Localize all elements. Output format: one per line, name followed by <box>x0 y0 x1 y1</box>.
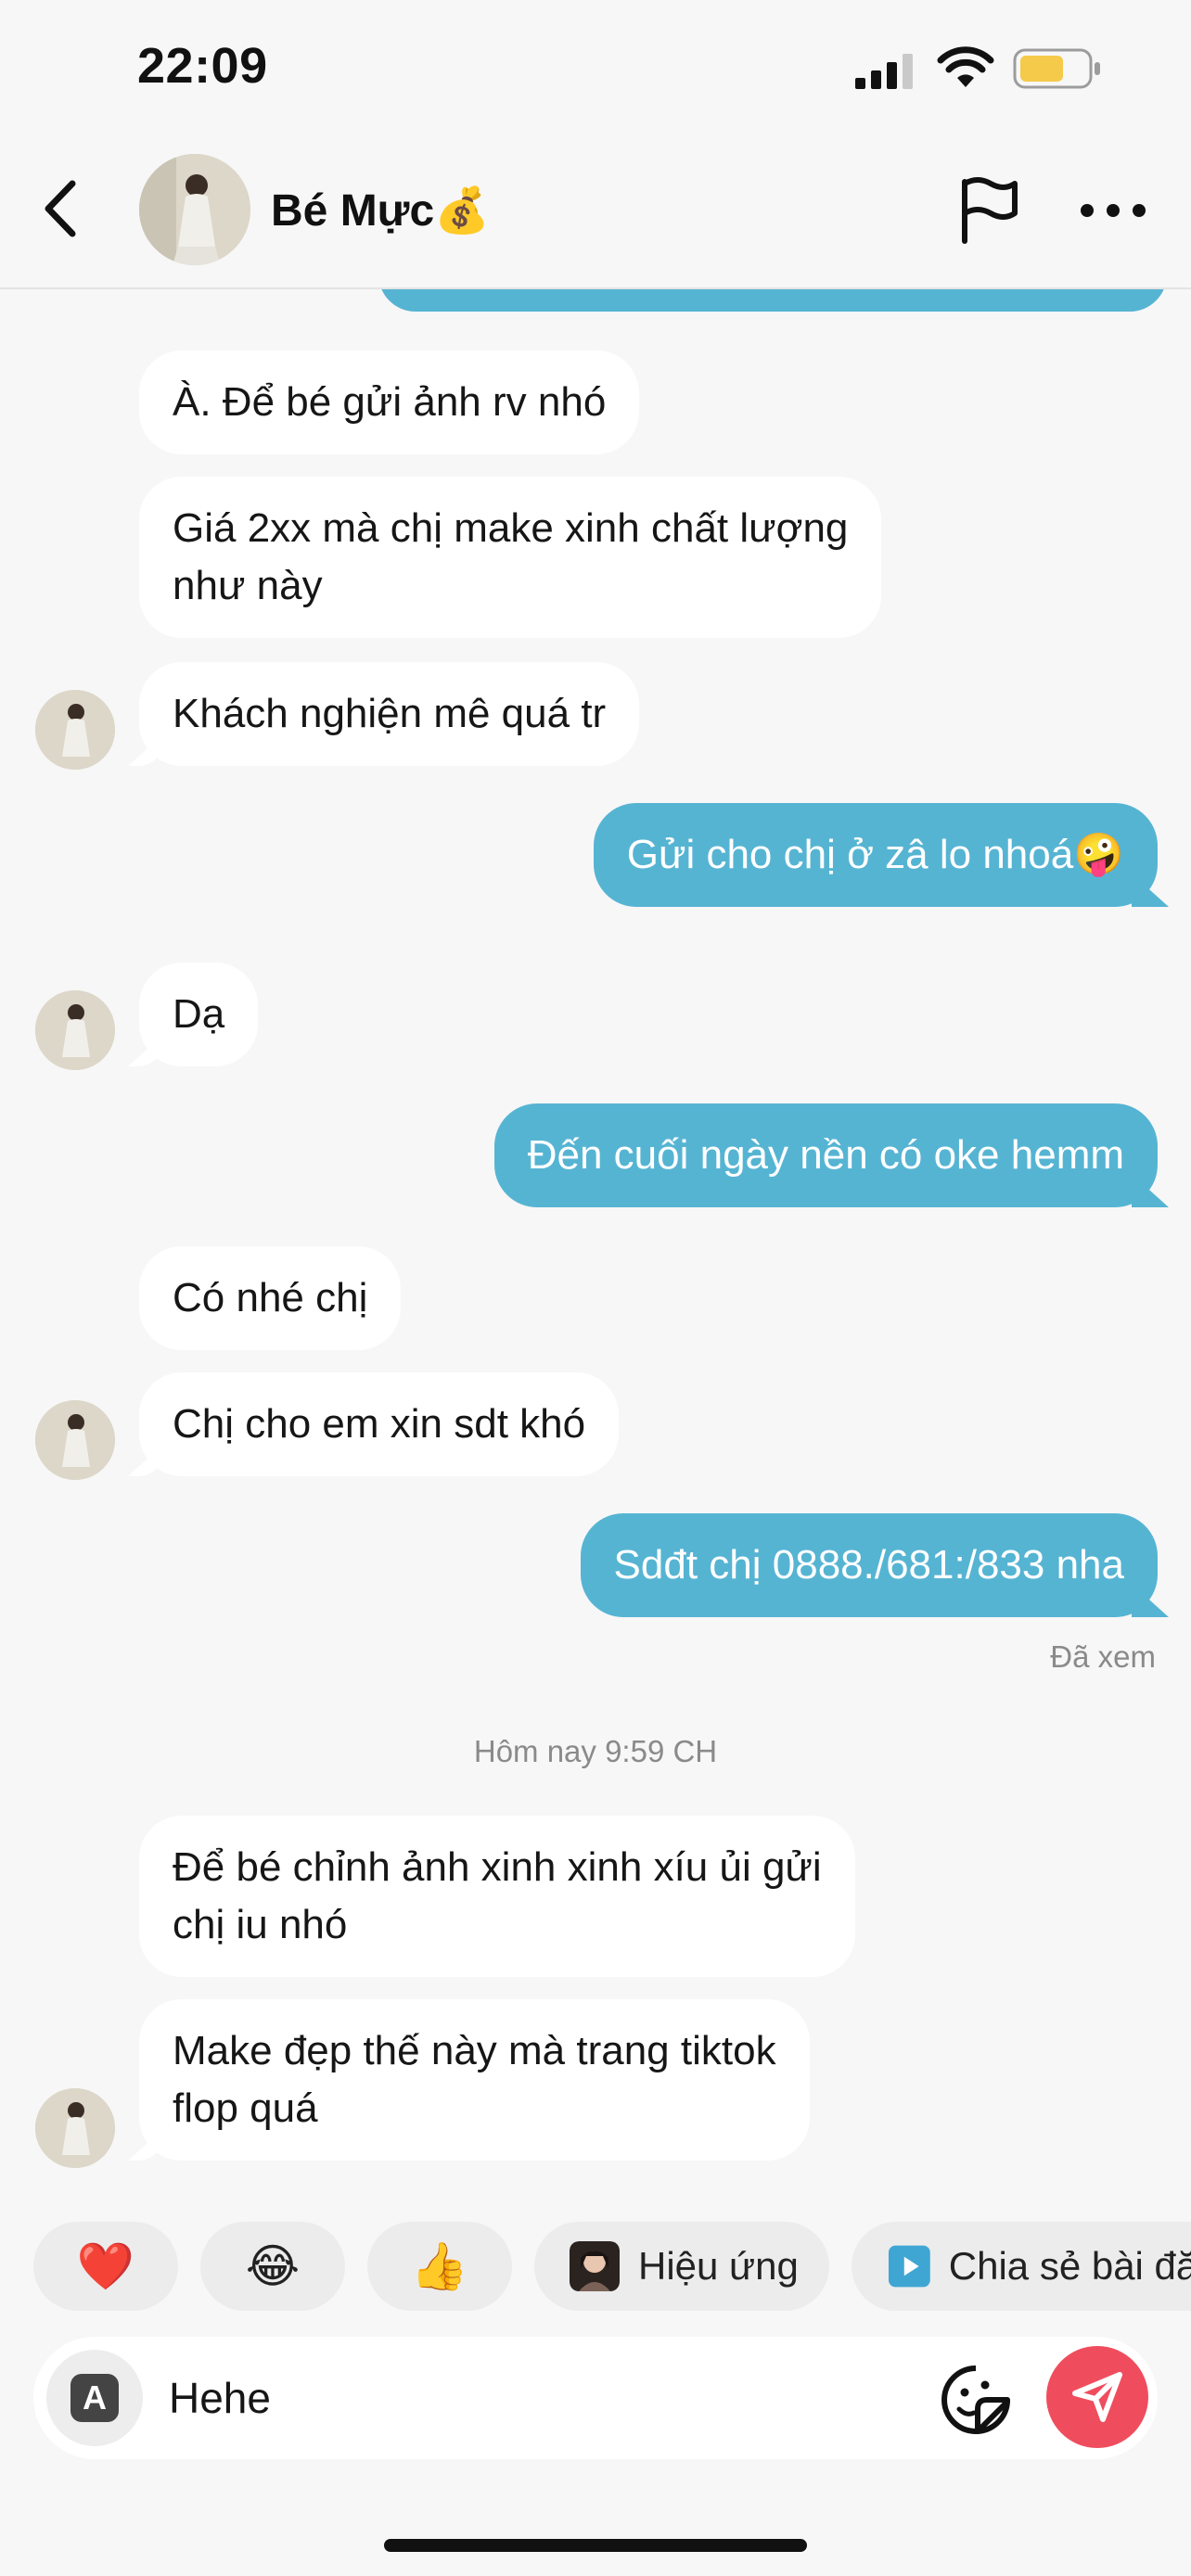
message-input[interactable] <box>169 2363 929 2433</box>
share-post-label: Chia sẻ bài đăng <box>948 2244 1191 2288</box>
sender-photo-icon <box>35 990 115 1070</box>
home-indicator <box>384 2539 807 2552</box>
sticker-icon[interactable] <box>939 2363 1013 2437</box>
contact-name-text: Bé Mực <box>271 186 435 236</box>
effects-label: Hiệu ứng <box>638 2244 799 2288</box>
day-separator: Hôm nay 9:59 CH <box>473 1734 718 1768</box>
sender-photo-icon <box>35 2088 115 2168</box>
message-bubble-sent[interactable]: Đến cuối ngày nền có oke hemm <box>493 1103 1158 1207</box>
message-bubble-received[interactable]: Chị cho em xin sdt khó <box>139 1372 620 1476</box>
contact-name[interactable]: Bé Mực💰 <box>271 184 490 236</box>
sender-avatar[interactable] <box>35 690 115 770</box>
wifi-icon <box>937 46 994 87</box>
message-line: Để bé chỉnh ảnh xinh xinh xíu ủi gửi <box>173 1844 822 1890</box>
message-bubble-sent[interactable]: Sdđt chị 0888./681:/833 nha <box>580 1513 1158 1617</box>
quick-reply-thumbs-up[interactable]: 👍 <box>367 2222 512 2311</box>
share-post-chip[interactable]: Chia sẻ bài đăng <box>852 2222 1191 2311</box>
sender-avatar[interactable] <box>35 990 115 1070</box>
seen-status: Đã xem <box>1050 1639 1156 1674</box>
message-bubble-received[interactable]: Khách nghiện mê quá tr <box>139 662 640 766</box>
quick-reply-heart[interactable]: ❤️ <box>33 2222 178 2311</box>
money-bag-icon: 💰 <box>434 186 490 236</box>
message-bubble-received[interactable]: Có nhé chị <box>139 1246 402 1350</box>
sender-photo-icon <box>35 690 115 770</box>
message-bubble-received[interactable]: Giá 2xx mà chị make xinh chất lượng như … <box>139 477 882 638</box>
message-line: chị iu nhó <box>173 1902 348 1947</box>
effect-thumbnail-icon <box>570 2241 620 2291</box>
chat-header: Bé Mực💰 <box>0 130 1191 289</box>
sender-avatar[interactable] <box>35 1400 115 1480</box>
message-bubble-sent[interactable]: Gửi cho chị ở zâ lo nhoá🤪 <box>593 803 1158 907</box>
message-bubble-received[interactable]: Để bé chỉnh ảnh xinh xinh xíu ủi gửi chị… <box>139 1816 855 1977</box>
send-arrow-icon <box>1072 2372 1122 2422</box>
play-icon <box>889 2245 930 2288</box>
heart-icon: ❤️ <box>76 2240 135 2292</box>
partial-sent-bubble <box>378 289 1167 312</box>
message-bubble-received[interactable]: Dạ <box>139 963 259 1066</box>
status-time: 22:09 <box>137 38 268 94</box>
back-chevron-icon[interactable] <box>37 176 83 241</box>
keyboard-icon: A <box>70 2374 119 2422</box>
thumbs-up-icon: 👍 <box>410 2240 469 2292</box>
message-list[interactable]: À. Để bé gửi ảnh rv nhó Giá 2xx mà chị m… <box>0 289 1191 2172</box>
contact-avatar[interactable] <box>139 154 250 265</box>
sender-photo-icon <box>35 1400 115 1480</box>
contact-photo-icon <box>139 154 250 265</box>
effects-chip[interactable]: Hiệu ứng <box>534 2222 829 2311</box>
more-options-icon[interactable] <box>1078 197 1148 224</box>
keyboard-toggle-button[interactable]: A <box>46 2350 143 2446</box>
message-line: flop quá <box>173 2085 318 2131</box>
sender-avatar[interactable] <box>35 2088 115 2168</box>
message-line: Make đẹp thế này mà trang tiktok <box>173 2028 776 2073</box>
message-bubble-received[interactable]: À. Để bé gửi ảnh rv nhó <box>139 351 640 454</box>
battery-icon <box>1013 48 1100 89</box>
message-input-bar: A <box>33 2337 1158 2459</box>
send-button[interactable] <box>1046 2346 1148 2448</box>
message-line: như này <box>173 563 323 608</box>
quick-reply-laugh[interactable]: 😂 <box>200 2222 345 2311</box>
laughing-face-icon: 😂 <box>245 2240 301 2292</box>
message-bubble-received[interactable]: Make đẹp thế này mà trang tiktok flop qu… <box>139 1999 810 2161</box>
message-line: Giá 2xx mà chị make xinh chất lượng <box>173 505 849 551</box>
cellular-signal-icon <box>855 54 913 89</box>
report-flag-icon[interactable] <box>955 174 1022 245</box>
quick-reply-row[interactable]: ❤️ 😂 👍 Hiệu ứng Chia sẻ bài đăng <box>0 2222 1191 2315</box>
